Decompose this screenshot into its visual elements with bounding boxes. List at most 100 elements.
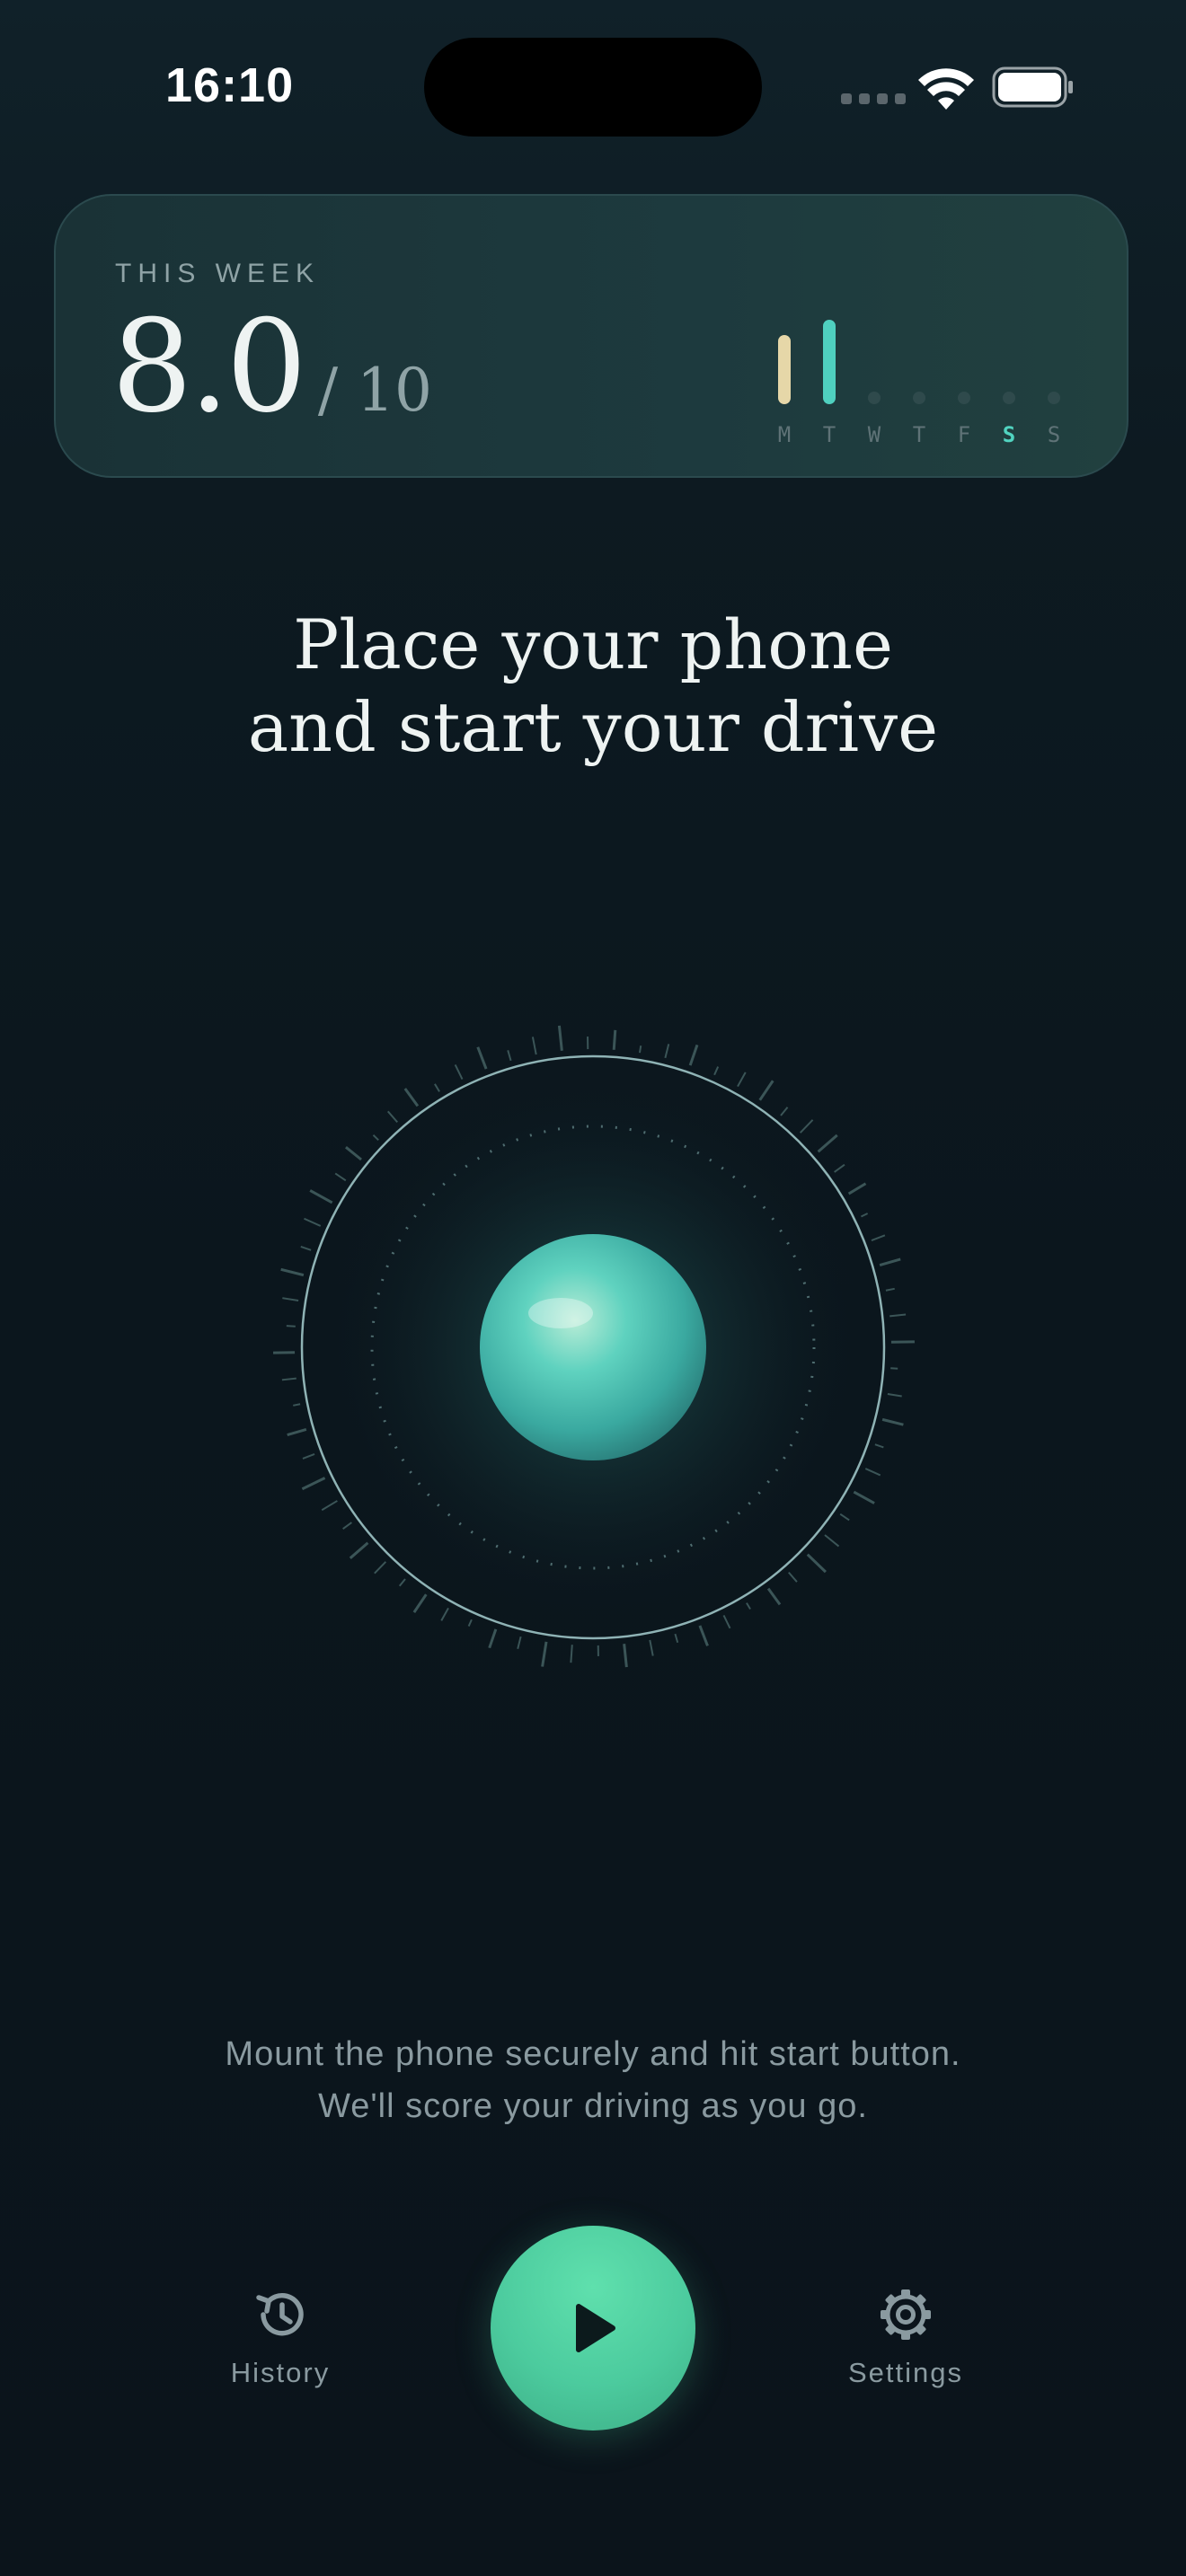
dial-tick — [853, 1490, 875, 1504]
dial-tick — [864, 1468, 881, 1477]
history-label: History — [230, 2357, 331, 2388]
dial-tick — [334, 1172, 347, 1182]
instruction-line-1: Mount the phone securely and hit start b… — [225, 2035, 961, 2073]
dial-tick — [847, 1182, 867, 1195]
dial-tick — [282, 1297, 299, 1301]
day-bar — [913, 392, 925, 404]
dial-tick — [713, 1066, 720, 1076]
drive-ready-dial — [273, 1025, 915, 1668]
day-label: W — [867, 422, 881, 447]
dial-tick — [302, 1452, 315, 1460]
dial-tick — [780, 1107, 789, 1116]
dial-tick — [860, 1213, 869, 1218]
dial-tick — [806, 1553, 827, 1574]
dial-tick — [834, 1163, 845, 1173]
week-label: THIS WEEK — [115, 259, 321, 288]
dial-tick — [440, 1607, 449, 1621]
day-column: F — [942, 392, 987, 447]
day-label: T — [912, 422, 926, 447]
dial-tick — [688, 1044, 699, 1066]
day-label: F — [957, 422, 971, 447]
settings-tab[interactable]: Settings — [807, 2285, 1005, 2389]
dial-tick — [412, 1593, 428, 1613]
score-value: 8.0 — [111, 293, 307, 441]
dial-tick — [881, 1417, 904, 1426]
dial-tick — [309, 1189, 333, 1204]
dial-tick — [871, 1234, 886, 1242]
weekly-score-card[interactable]: THIS WEEK 8.0 / 10 M T W T F S S — [54, 194, 1128, 478]
day-column: S — [987, 392, 1031, 447]
day-bar — [778, 335, 791, 404]
day-label: M — [777, 422, 792, 447]
dial-tick — [722, 1614, 731, 1629]
day-label: S — [1047, 422, 1061, 447]
dial-tick — [488, 1628, 498, 1649]
settings-label: Settings — [847, 2357, 963, 2388]
dial-tick — [344, 1146, 362, 1161]
dial-tick — [824, 1534, 840, 1548]
dial-tick — [639, 1045, 642, 1054]
dial-tick — [758, 1080, 774, 1101]
dial-tick — [467, 1619, 473, 1627]
dial-tick — [301, 1477, 326, 1491]
gear-icon — [881, 2289, 931, 2340]
day-bar — [1048, 392, 1060, 404]
dial-tick — [541, 1641, 548, 1667]
dial-tick — [386, 1110, 398, 1124]
history-icon — [256, 2293, 304, 2336]
dial-tick — [874, 1443, 884, 1449]
weekly-bar-chart: MTWTFSS — [762, 286, 1121, 447]
status-time: 16:10 — [165, 58, 295, 112]
headline-line-2: and start your drive — [247, 687, 939, 767]
day-label: S — [1002, 422, 1016, 447]
dial-tick — [746, 1602, 751, 1610]
day-bar — [1003, 392, 1015, 404]
dial-tick — [649, 1639, 654, 1656]
start-drive-button[interactable] — [491, 2226, 695, 2430]
instruction-line-2: We'll score your driving as you go. — [318, 2087, 868, 2125]
dial-tick — [612, 1029, 617, 1050]
dial-tick — [300, 1245, 312, 1251]
dial-tick — [890, 1367, 898, 1370]
dial-tick — [342, 1522, 352, 1530]
dial-tick — [281, 1377, 296, 1381]
dial-tick — [286, 1325, 296, 1328]
dial-tick — [887, 1393, 902, 1398]
dial-tick — [839, 1513, 850, 1522]
status-orb — [480, 1234, 706, 1460]
dial-tick — [434, 1083, 440, 1092]
dial-tick — [476, 1046, 488, 1070]
day-label: T — [822, 422, 836, 447]
day-column: S — [1031, 392, 1076, 447]
day-bar — [868, 392, 881, 404]
dial-tick — [879, 1257, 901, 1266]
day-column: T — [897, 392, 942, 447]
weekly-score: 8.0 / 10 — [111, 293, 432, 441]
battery-icon — [992, 66, 1073, 108]
headline-line-1: Place your phone — [293, 604, 893, 684]
instruction-text: Mount the phone securely and hit start b… — [0, 2028, 1186, 2132]
dial-tick — [557, 1025, 563, 1051]
dial-tick — [766, 1587, 782, 1606]
dial-tick — [788, 1571, 798, 1583]
dial-tick — [737, 1072, 747, 1088]
dial-tick — [674, 1633, 679, 1644]
day-column: M — [762, 335, 807, 447]
dial-tick — [454, 1063, 464, 1081]
wifi-icon — [918, 68, 974, 110]
play-icon — [576, 2304, 615, 2352]
day-column: W — [852, 392, 897, 447]
dial-tick — [507, 1050, 512, 1062]
dial-tick — [623, 1644, 628, 1668]
history-tab[interactable]: History — [181, 2285, 379, 2389]
dial-tick — [374, 1561, 387, 1575]
dial-tick — [817, 1134, 838, 1153]
dial-tick — [398, 1578, 406, 1587]
dial-tick — [403, 1088, 420, 1107]
orb-highlight — [528, 1298, 593, 1328]
dial-tick — [287, 1428, 307, 1436]
dynamic-island — [424, 38, 762, 137]
dial-tick — [280, 1267, 305, 1277]
cellular-signal-icon — [841, 93, 906, 104]
dial-tick — [372, 1134, 379, 1142]
